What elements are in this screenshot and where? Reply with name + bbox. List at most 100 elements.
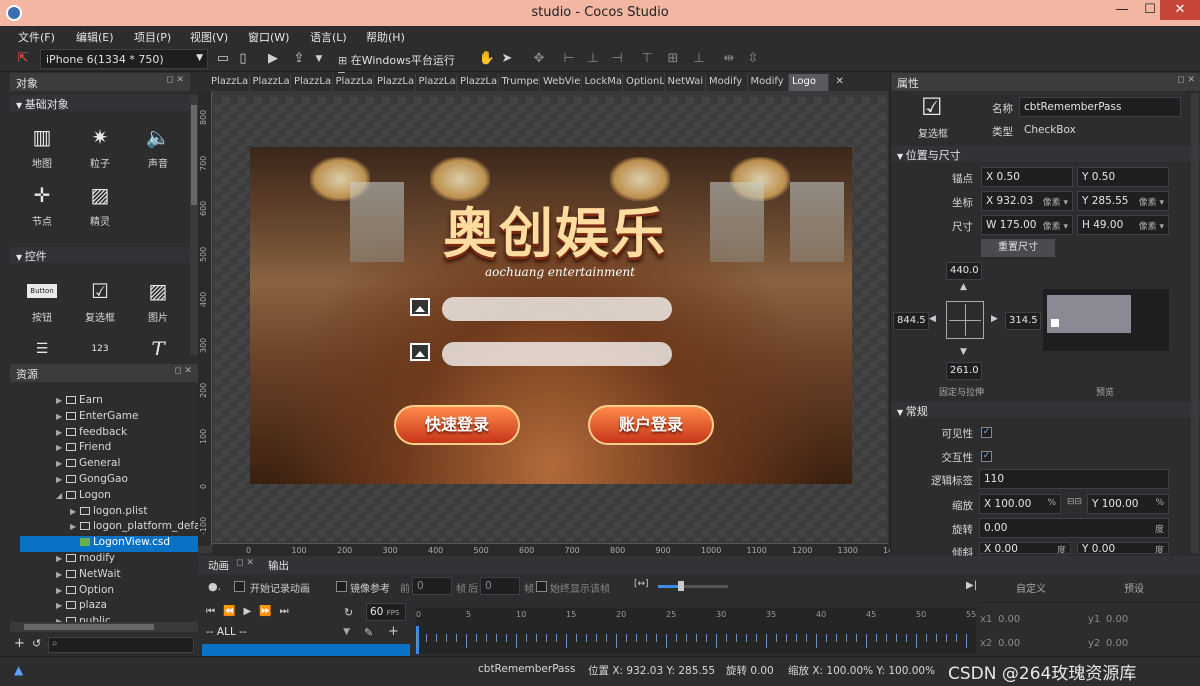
- resource-h-scrollbar[interactable]: [10, 622, 198, 632]
- x2-value[interactable]: 0.00: [998, 638, 1020, 649]
- anchor-y-input[interactable]: Y 0.50: [1077, 167, 1169, 187]
- preset-tab[interactable]: 预设: [1124, 580, 1144, 595]
- document-tab[interactable]: PlazzLa: [416, 74, 457, 91]
- align-bottom-icon[interactable]: ⊥: [690, 50, 708, 68]
- position-y-unit[interactable]: 像素 ▾: [1139, 195, 1164, 208]
- interactive-checkbox[interactable]: ✓: [981, 451, 992, 462]
- hand-tool-icon[interactable]: ✋: [478, 50, 496, 68]
- prev-frame-icon[interactable]: ⏪: [223, 606, 243, 617]
- align-right-icon[interactable]: ⊣: [608, 50, 626, 68]
- object-sound[interactable]: 🔈 声音: [130, 125, 186, 170]
- margin-left-input[interactable]: 844.5: [893, 312, 929, 330]
- panel-controls-icon[interactable]: ◻ ✕: [1177, 75, 1195, 85]
- pin-top-icon[interactable]: ▲: [960, 282, 967, 292]
- play-icon[interactable]: ▶: [243, 606, 259, 617]
- chevron-right-icon[interactable]: ▶: [56, 570, 66, 579]
- menu-window[interactable]: 窗口(W): [248, 29, 289, 45]
- landscape-icon[interactable]: ▭: [214, 50, 232, 68]
- reset-size-button[interactable]: 重置尺寸: [981, 239, 1055, 257]
- chevron-right-icon[interactable]: ▶: [56, 586, 66, 595]
- panel-controls-icon[interactable]: ◻ ✕: [174, 366, 192, 376]
- last-frame-icon[interactable]: ⏭: [280, 606, 297, 617]
- anchor-x-input[interactable]: X 0.50: [981, 167, 1073, 187]
- tag-input[interactable]: 110: [979, 469, 1169, 489]
- scale-y-input[interactable]: Y 100.00 %: [1087, 494, 1169, 514]
- align-top-icon[interactable]: ⊤: [638, 50, 656, 68]
- margin-bottom-input[interactable]: 261.0: [946, 362, 982, 380]
- menu-edit[interactable]: 编辑(E): [76, 29, 114, 45]
- menu-view[interactable]: 视图(V): [190, 29, 228, 45]
- size-h-unit[interactable]: 像素 ▾: [1139, 219, 1164, 232]
- tree-item[interactable]: ▶ Earn: [20, 394, 198, 410]
- menu-project[interactable]: 项目(P): [134, 29, 171, 45]
- document-tab[interactable]: PlazzLa: [457, 74, 499, 91]
- account-input[interactable]: [442, 297, 672, 321]
- export-icon[interactable]: ⇪: [290, 50, 308, 68]
- align-left-icon[interactable]: ⊢: [560, 50, 578, 68]
- tree-item[interactable]: ▶ logon.plist: [20, 505, 198, 521]
- scene-preview[interactable]: 奥创娱乐 aochuang entertainment 快速登录 账户登录: [250, 147, 852, 484]
- rotation-input[interactable]: 0.00 度: [979, 518, 1169, 538]
- chevron-right-icon[interactable]: ▶: [56, 443, 66, 452]
- size-w-input[interactable]: W 175.00 像素 ▾: [981, 215, 1073, 235]
- control-text[interactable]: T: [130, 337, 186, 355]
- loop-icon[interactable]: ↻: [344, 606, 353, 619]
- position-x-input[interactable]: X 932.03 像素 ▾: [981, 191, 1073, 211]
- tree-item[interactable]: ▶ General: [20, 457, 198, 473]
- control-checkbox[interactable]: ☑ 复选框: [72, 279, 128, 324]
- publish-icon[interactable]: ⇱: [14, 50, 32, 68]
- filter-select[interactable]: -- ALL -- ▼: [202, 624, 354, 642]
- tree-item[interactable]: ▶ Friend: [20, 441, 198, 457]
- document-tab[interactable]: Trumpe: [499, 74, 540, 91]
- close-button[interactable]: ✕: [1160, 0, 1200, 20]
- chevron-right-icon[interactable]: ▶: [56, 459, 66, 468]
- controls-header[interactable]: ▼ 控件: [10, 247, 190, 263]
- skew-x-input[interactable]: X 0.00 度: [979, 542, 1071, 554]
- control-label-atlas[interactable]: 123: [72, 337, 128, 355]
- document-tab[interactable]: Logo: [789, 74, 829, 91]
- platform-select[interactable]: ⊞ 在Windows平台运行 ▼: [334, 49, 468, 81]
- document-tab[interactable]: PlazzLa: [291, 74, 333, 91]
- size-w-unit[interactable]: 像素 ▾: [1043, 219, 1068, 232]
- zoom-slider[interactable]: [658, 581, 728, 591]
- document-tab[interactable]: OptionL: [623, 74, 665, 91]
- tree-item[interactable]: ◢ Logon: [20, 489, 198, 505]
- pin-bottom-icon[interactable]: ▼: [960, 347, 967, 357]
- goto-end-icon[interactable]: ▶|: [966, 580, 977, 591]
- control-image[interactable]: ▨ 图片: [130, 279, 186, 324]
- fps-input[interactable]: 60 FPS: [366, 603, 406, 621]
- password-input[interactable]: [442, 342, 672, 366]
- chevron-right-icon[interactable]: ▶: [56, 554, 66, 563]
- chevron-right-icon[interactable]: ▶: [56, 475, 66, 484]
- chevron-right-icon[interactable]: ▶: [70, 522, 80, 531]
- skew-y-input[interactable]: Y 0.00 度: [1077, 542, 1169, 554]
- margin-top-input[interactable]: 440.0: [946, 262, 982, 280]
- tab-output[interactable]: 输出: [268, 558, 289, 573]
- menu-language[interactable]: 语言(L): [310, 29, 347, 45]
- tree-item[interactable]: ▶ EnterGame: [20, 410, 198, 426]
- document-tab[interactable]: WebVie: [540, 74, 582, 91]
- portrait-icon[interactable]: ▯: [234, 50, 252, 68]
- object-map[interactable]: ▥ 地图: [14, 125, 70, 170]
- tree-item[interactable]: ▶ modify: [20, 552, 198, 568]
- pin-right-icon[interactable]: ▶: [991, 314, 998, 324]
- object-node[interactable]: ✛ 节点: [14, 183, 70, 228]
- selected-track-row[interactable]: [202, 644, 410, 656]
- tree-item[interactable]: LogonView.csd: [20, 536, 198, 553]
- select-tool-icon[interactable]: ➤: [498, 50, 516, 68]
- general-header[interactable]: ▼ 常规: [891, 402, 1200, 418]
- minimize-button[interactable]: —: [1108, 0, 1136, 20]
- menu-file[interactable]: 文件(F): [18, 29, 55, 45]
- device-select[interactable]: iPhone 6(1334 * 750) ▼: [40, 49, 208, 69]
- tree-item[interactable]: ▶ plaza: [20, 599, 198, 615]
- fit-icon[interactable]: [↔]: [634, 579, 649, 589]
- document-tab[interactable]: PlazzLa: [333, 74, 374, 91]
- next-frame-icon[interactable]: ⏩: [259, 606, 279, 617]
- visible-checkbox[interactable]: ✓: [981, 427, 992, 438]
- record-checkbox[interactable]: [234, 581, 245, 592]
- basic-objects-header[interactable]: ▼ 基础对象: [10, 95, 190, 111]
- chevron-down-icon[interactable]: ◢: [56, 491, 66, 500]
- scale-x-input[interactable]: X 100.00 %: [979, 494, 1061, 514]
- tree-item[interactable]: ▶ public: [20, 615, 198, 622]
- align-middle-icon[interactable]: ⊞: [664, 50, 682, 68]
